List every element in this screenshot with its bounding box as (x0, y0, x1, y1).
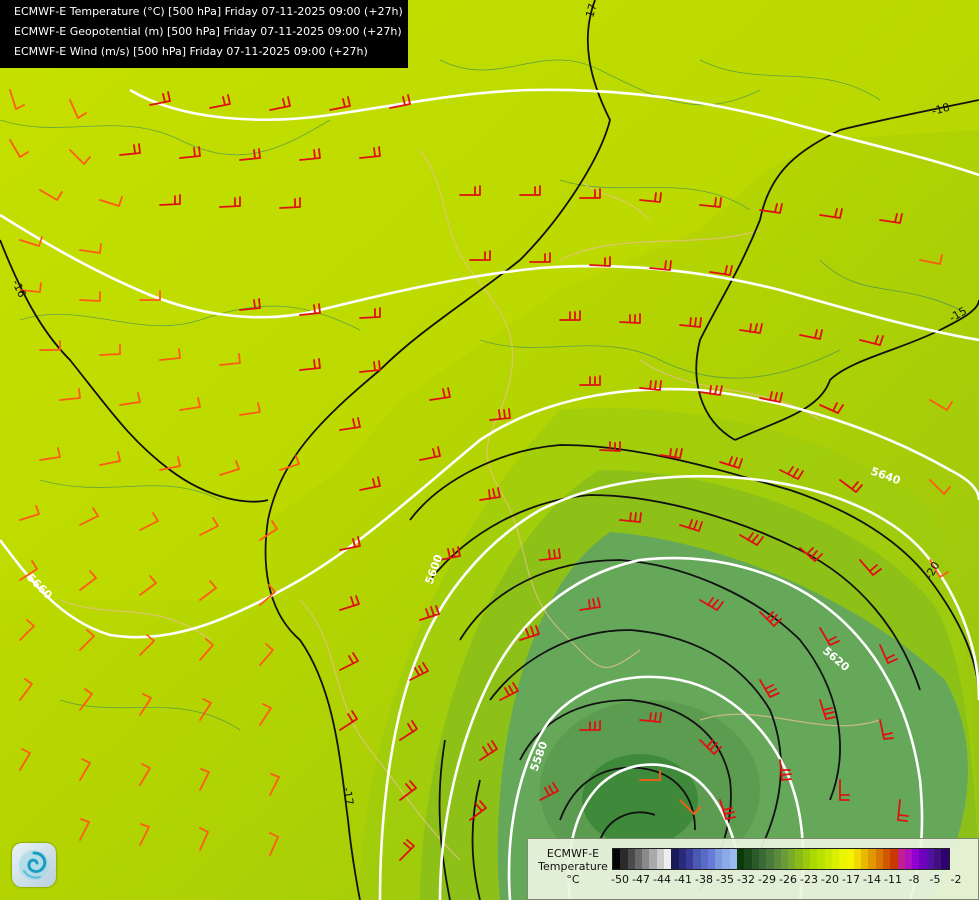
app-logo[interactable] (12, 843, 56, 887)
legend-color-swatch (875, 849, 883, 869)
legend-color-swatch (649, 849, 657, 869)
isotherm-label: -17 (582, 2, 599, 23)
legend-color-swatch (912, 849, 920, 869)
legend-color-swatch (890, 849, 898, 869)
legend-title-variable: Temperature (538, 860, 608, 873)
swirl-icon (19, 850, 49, 880)
legend-tick-label: -14 (863, 873, 881, 886)
legend-tick-label: -2 (950, 873, 962, 886)
legend-color-swatch (715, 849, 723, 869)
legend-tick-label: -11 (884, 873, 902, 886)
contour-labels: -17 -16 -18 -15 -20 -17 5660 5600 5640 5… (9, 2, 969, 806)
isotherm-label: -15 (947, 304, 969, 324)
legend-color-swatch (919, 849, 927, 869)
wind-title: ECMWF-E Wind (m/s) [500 hPa] Friday 07-1… (14, 45, 368, 58)
legend-color-swatch (722, 849, 730, 869)
legend-color-swatch (926, 849, 935, 869)
legend-color-swatch (766, 849, 774, 869)
legend-color-swatch (729, 849, 738, 869)
legend-color-swatch (868, 849, 876, 869)
legend-color-swatch (678, 849, 686, 869)
geopotential-title: ECMWF-E Geopotential (m) [500 hPa] Frida… (14, 25, 402, 38)
legend-color-swatch (934, 849, 942, 869)
legend-color-swatch (758, 849, 767, 869)
legend-color-swatch (693, 849, 701, 869)
legend-tick-label: -47 (632, 873, 650, 886)
legend-tick-label: -8 (908, 873, 920, 886)
legend-color-swatch (897, 849, 905, 869)
isotherm-label: -20 (922, 559, 942, 581)
isotherm-label: -17 (340, 786, 356, 806)
map-title-box: ECMWF-E Temperature (°C) [500 hPa] Frida… (0, 0, 408, 68)
isohypse-label: 5620 (820, 644, 852, 674)
legend-color-swatch (861, 849, 869, 869)
legend-color-swatch (685, 849, 694, 869)
legend-color-swatch (780, 849, 789, 869)
legend-color-swatch (671, 849, 679, 869)
legend-color-swatch (627, 849, 635, 869)
legend-color-swatch (620, 849, 628, 869)
legend-tick-label: -44 (653, 873, 671, 886)
legend-color-swatch (737, 849, 745, 869)
temperature-legend: ECMWF-E Temperature °C -50 -47 -44 -41 -38 -3… (527, 838, 979, 900)
legend-tick-label: -32 (737, 873, 755, 886)
isotherm-label: -18 (930, 101, 951, 118)
isotherm-label: -16 (9, 278, 28, 300)
isohypse-label: 5640 (869, 465, 903, 488)
legend-color-swatch (642, 849, 650, 869)
legend-color-swatch (831, 849, 840, 869)
legend-color-swatch (839, 849, 847, 869)
legend-color-swatch (664, 849, 672, 869)
legend-tick-label: -26 (779, 873, 797, 886)
legend-tick-label: -50 (611, 873, 629, 886)
legend-color-swatch (846, 849, 854, 869)
legend-color-swatch (904, 849, 913, 869)
legend-color-swatch (751, 849, 759, 869)
legend-color-swatch (795, 849, 803, 869)
legend-color-swatch (656, 849, 665, 869)
legend-color-swatch (941, 849, 949, 869)
isohypse-label: 5580 (528, 739, 551, 773)
legend-color-swatch (707, 849, 716, 869)
legend-color-swatch (810, 849, 818, 869)
temperature-title: ECMWF-E Temperature (°C) [500 hPa] Frida… (14, 5, 403, 18)
legend-tick-label: -41 (674, 873, 692, 886)
legend-color-swatch (802, 849, 811, 869)
weather-map[interactable]: -17 -16 -18 -15 -20 -17 5660 5600 5640 5… (0, 0, 979, 900)
legend-title: ECMWF-E Temperature °C (534, 847, 612, 886)
legend-color-swatch (882, 849, 891, 869)
legend-tick-label: -38 (695, 873, 713, 886)
legend-tick-label: -29 (758, 873, 776, 886)
legend-tick-label: -23 (800, 873, 818, 886)
legend-title-unit: °C (566, 873, 580, 886)
legend-color-swatch (824, 849, 832, 869)
isohypse-label: 5660 (24, 571, 55, 602)
legend-title-model: ECMWF-E (546, 847, 600, 860)
legend-tick-label: -35 (716, 873, 734, 886)
legend-tick-labels: -50 -47 -44 -41 -38 -35 -32 -29 -26 -23 -20 -17 -14-… (611, 873, 972, 887)
legend-tick-label: -20 (821, 873, 839, 886)
isohypse-label: 5600 (423, 552, 446, 586)
legend-tick-label: -17 (842, 873, 860, 886)
legend-color-swatch (773, 849, 781, 869)
legend-color-swatch (700, 849, 708, 869)
legend-color-swatch (788, 849, 796, 869)
legend-color-scale (612, 848, 950, 870)
legend-tick-label: -5 (929, 873, 941, 886)
legend-color-swatch (853, 849, 862, 869)
legend-color-swatch (634, 849, 643, 869)
legend-color-swatch (613, 849, 621, 869)
legend-color-swatch (744, 849, 752, 869)
legend-color-swatch (817, 849, 825, 869)
